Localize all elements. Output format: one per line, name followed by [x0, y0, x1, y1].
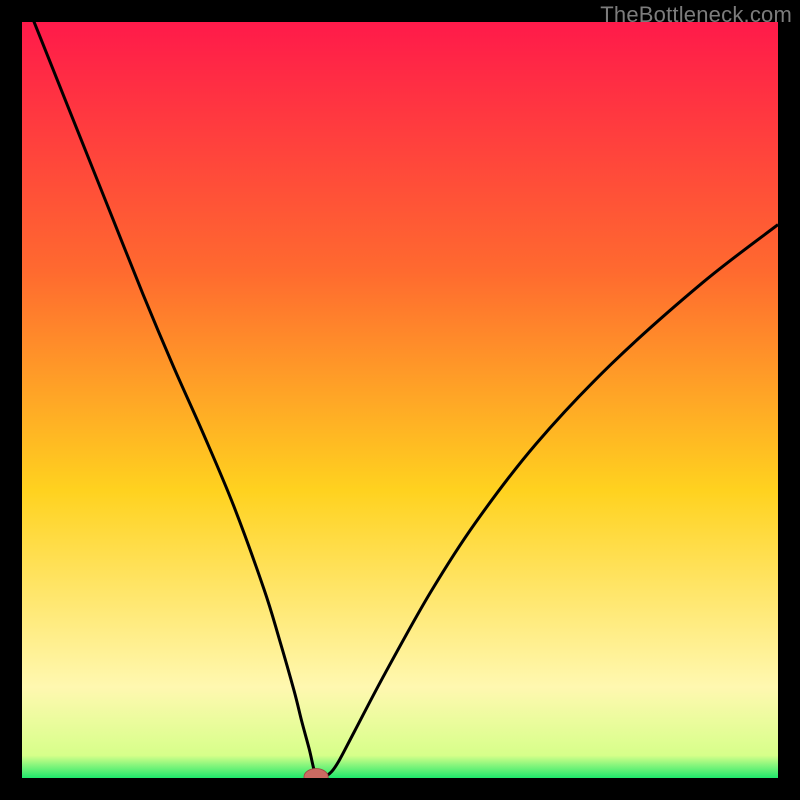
plot-area: [22, 22, 778, 778]
plot-svg: [22, 22, 778, 778]
gradient-background: [22, 22, 778, 778]
chart-frame: TheBottleneck.com: [0, 0, 800, 800]
watermark-text: TheBottleneck.com: [600, 2, 792, 28]
